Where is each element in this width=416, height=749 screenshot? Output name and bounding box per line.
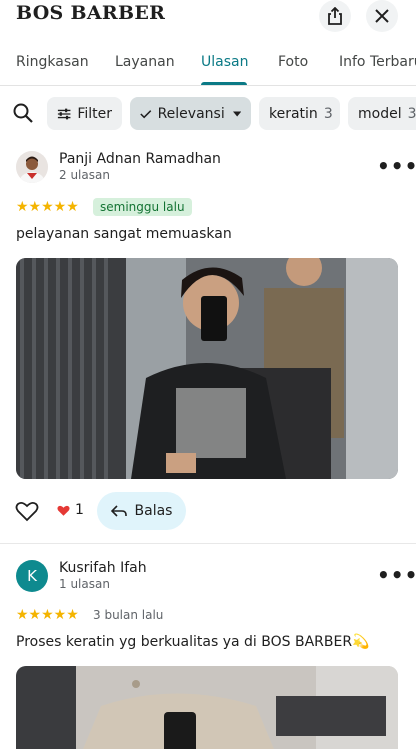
filter-chip[interactable]: Filter [47,97,122,130]
avatar[interactable]: K [16,560,48,592]
review-photo-image [16,258,398,479]
rating-stars: ★★★★★ [16,199,79,215]
share-icon [328,7,342,25]
filter-label: Filter [77,105,112,122]
review-photo-image [16,666,398,749]
tab-layanan[interactable]: Layanan [115,54,175,70]
close-button[interactable] [366,0,398,32]
reviewer-review-count: 1 ulasan [59,577,110,591]
top-bar: BOS BARBER [0,0,416,32]
dropdown-arrow-icon [232,111,241,116]
active-tab-indicator [201,82,247,85]
tab-ulasan[interactable]: Ulasan [201,54,248,70]
tab-ringkasan[interactable]: Ringkasan [16,54,89,70]
topic-count: 3 [407,105,416,122]
like-count: 1 [75,502,84,518]
topic-chip-keratin[interactable]: keratin 3 [259,97,340,130]
tab-info-terbaru[interactable]: Info Terbaru [339,54,416,70]
topic-label: model [358,105,402,122]
review-text: pelayanan sangat memuaskan [16,226,232,242]
reviewer-review-count: 2 ulasan [59,168,110,182]
reaction-count: 1 [56,502,84,518]
more-options-button[interactable]: ••• [377,154,416,178]
reviewer-name[interactable]: Kusrifah Ifah [59,560,147,576]
avatar-photo [16,151,48,183]
reply-button[interactable]: Balas [97,492,186,530]
close-icon [375,9,389,23]
more-options-button[interactable]: ••• [377,563,416,587]
topic-label: keratin [269,105,318,122]
review-divider [0,543,416,544]
review-text: Proses keratin yg berkualitas ya di BOS … [16,634,370,650]
tune-icon [57,108,71,119]
reply-label: Balas [134,503,173,519]
review-time-badge: seminggu lalu [93,198,192,216]
review-time: 3 bulan lalu [93,608,164,622]
page-title: BOS BARBER [16,2,166,24]
check-icon [140,109,152,118]
share-button[interactable] [319,0,351,32]
reviewer-name[interactable]: Panji Adnan Ramadhan [59,151,221,167]
avatar[interactable] [16,151,48,183]
sort-label: Relevansi [157,105,225,122]
filter-bar: Filter Relevansi keratin 3 model 3 [0,97,416,131]
review-photo[interactable] [16,258,398,479]
rating-stars: ★★★★★ [16,607,79,623]
topic-chip-model[interactable]: model 3 [348,97,416,130]
review-photo[interactable] [16,666,398,749]
search-icon[interactable] [12,102,34,124]
tab-bar: Ringkasan Layanan Ulasan Foto Info Terba… [0,48,416,86]
like-heart-icon[interactable] [14,498,40,524]
topic-count: 3 [323,105,333,122]
sort-chip[interactable]: Relevansi [130,97,251,130]
red-heart-icon [57,505,70,516]
tab-foto[interactable]: Foto [278,54,308,70]
reply-arrow-icon [110,505,127,517]
